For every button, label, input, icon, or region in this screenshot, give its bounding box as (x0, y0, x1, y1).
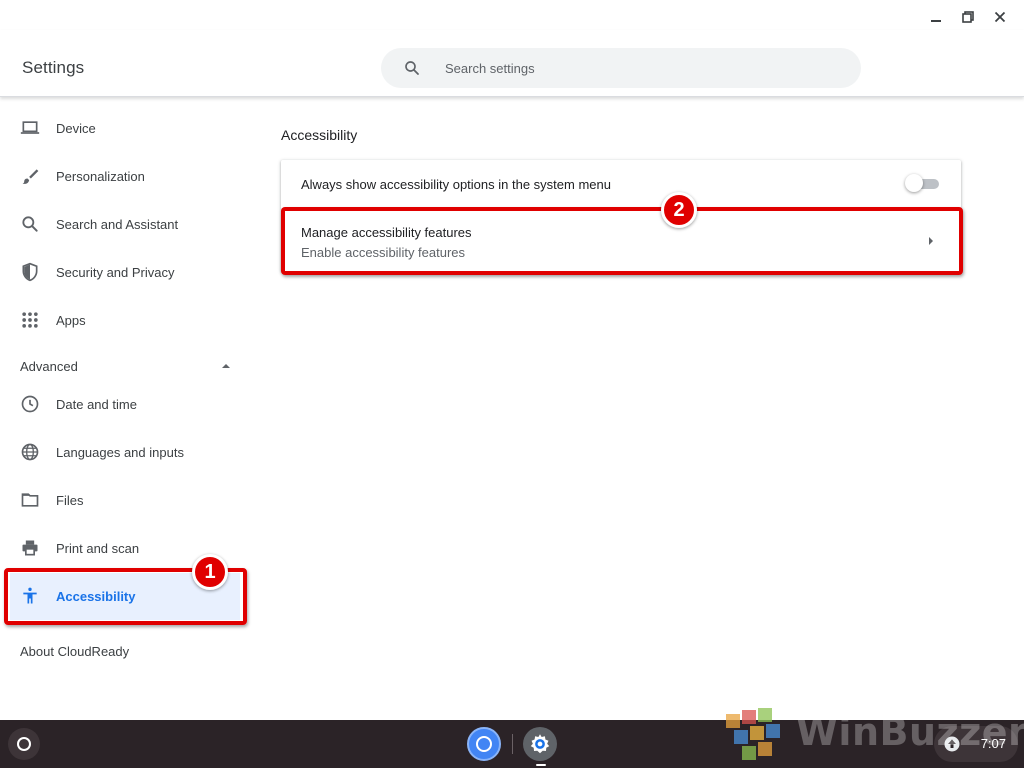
close-icon (994, 11, 1006, 23)
sidebar-item-files[interactable]: Files (10, 476, 240, 524)
search-icon (405, 61, 419, 75)
highlight-box-manage-features (281, 207, 963, 275)
toggle-knob (905, 174, 923, 192)
search-icon (20, 214, 40, 234)
sidebar-item-device[interactable]: Device (10, 104, 240, 152)
sidebar-item-label: Print and scan (56, 540, 140, 556)
settings-header: Settings (0, 30, 1024, 97)
launcher-button[interactable] (8, 728, 40, 760)
sidebar-item-label: Search and Assistant (56, 216, 179, 232)
app-title: Settings (22, 58, 85, 77)
always-show-accessibility-row[interactable]: Always show accessibility options in the… (281, 160, 961, 208)
sidebar-item-label: Files (56, 492, 84, 508)
settings-app-icon[interactable] (523, 727, 557, 761)
minimize-icon (931, 20, 941, 22)
sidebar-item-personalization[interactable]: Personalization (10, 152, 240, 200)
window-controls (920, 8, 1016, 26)
section-title: Accessibility (281, 127, 358, 143)
sidebar-item-label: Date and time (56, 396, 137, 412)
clock-icon (20, 394, 40, 414)
chrome-app-icon[interactable] (467, 727, 501, 761)
search-input[interactable] (445, 48, 825, 88)
sidebar-item-label: Personalization (56, 168, 145, 184)
shield-icon (20, 262, 40, 282)
sidebar-item-search-and-assistant[interactable]: Search and Assistant (10, 200, 240, 248)
sidebar-item-label: Device (56, 120, 96, 136)
chrome-center-icon (476, 736, 492, 752)
row-label: Always show accessibility options in the… (301, 177, 611, 192)
shelf-separator (512, 734, 513, 754)
sidebar-item-label: Security and Privacy (56, 264, 175, 280)
sidebar-item-apps[interactable]: Apps (10, 296, 240, 344)
folder-icon (20, 490, 40, 510)
minimize-button[interactable] (920, 8, 952, 26)
taskbar-shelf: 7:07 (0, 720, 1024, 768)
clock-text: 7:07 (980, 736, 1006, 751)
step-badge-2: 2 (661, 192, 697, 228)
sidebar-item-label: Apps (56, 312, 86, 328)
close-button[interactable] (984, 8, 1016, 26)
advanced-section-toggle[interactable]: Advanced (20, 356, 232, 376)
sidebar-item-date-and-time[interactable]: Date and time (10, 380, 240, 428)
advanced-label: Advanced (20, 358, 78, 374)
restore-button[interactable] (952, 8, 984, 26)
search-box[interactable] (381, 48, 861, 88)
status-tray[interactable]: 7:07 (934, 726, 1018, 762)
apps-grid-icon (20, 310, 40, 330)
update-available-icon (944, 736, 960, 752)
active-app-indicator (536, 764, 546, 766)
launcher-circle-icon (17, 737, 31, 751)
caret-up-icon (222, 364, 230, 368)
laptop-icon (20, 118, 40, 138)
sidebar-item-security-and-privacy[interactable]: Security and Privacy (10, 248, 240, 296)
sidebar-item-label: Languages and inputs (56, 444, 184, 460)
step-badge-1: 1 (192, 554, 228, 590)
accessibility-menu-toggle[interactable] (905, 174, 939, 192)
globe-icon (20, 442, 40, 462)
step-number: 2 (673, 198, 685, 221)
about-cloudready-link[interactable]: About CloudReady (20, 644, 129, 659)
printer-icon (20, 538, 40, 558)
step-number: 1 (204, 560, 216, 583)
brush-icon (20, 166, 40, 186)
sidebar-item-languages-and-inputs[interactable]: Languages and inputs (10, 428, 240, 476)
gear-icon (530, 734, 550, 754)
restore-icon (962, 11, 974, 23)
